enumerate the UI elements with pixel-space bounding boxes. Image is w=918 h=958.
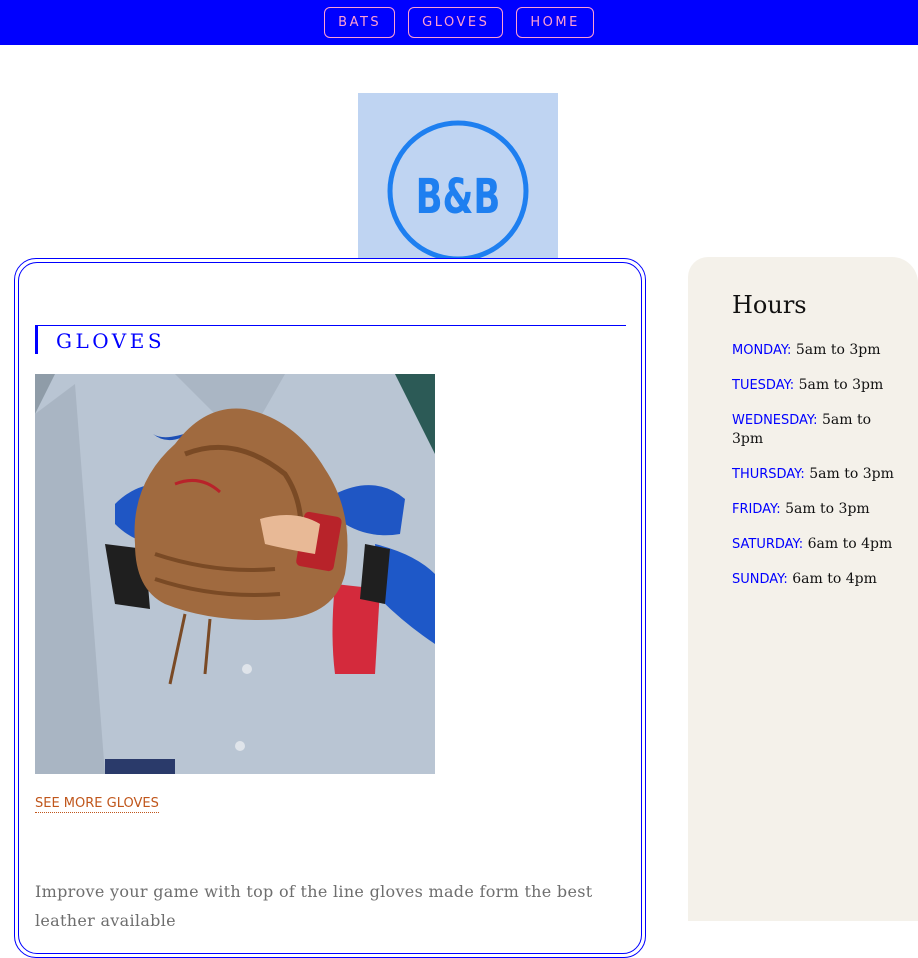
see-more-gloves-link[interactable]: SEE MORE GLOVES xyxy=(35,796,159,813)
hours-title: Hours xyxy=(732,291,807,319)
day-label: MONDAY: xyxy=(732,343,792,358)
hours-item-thursday: THURSDAY: 5am to 3pm xyxy=(732,465,904,484)
day-label: SATURDAY: xyxy=(732,537,804,552)
top-nav: BATS GLOVES HOME xyxy=(0,0,918,45)
hours-item-saturday: SATURDAY: 6am to 4pm xyxy=(732,535,904,554)
glove-photo xyxy=(35,374,435,774)
hours-item-sunday: SUNDAY: 6am to 4pm xyxy=(732,570,904,589)
section-heading: GLOVES xyxy=(35,325,626,354)
site-logo: B&B xyxy=(358,93,558,258)
nav-link-bats[interactable]: BATS xyxy=(324,7,396,38)
nav-link-gloves[interactable]: GLOVES xyxy=(408,7,504,38)
time-value: 6am to 4pm xyxy=(792,571,877,587)
day-label: WEDNESDAY: xyxy=(732,413,818,428)
product-description: Improve your game with top of the line g… xyxy=(35,882,593,930)
baseball-glove-photo-icon xyxy=(35,374,435,774)
time-value: 5am to 3pm xyxy=(785,501,870,517)
nav-link-home[interactable]: HOME xyxy=(516,7,594,38)
logo-emblem: B&B xyxy=(387,120,529,258)
time-value: 6am to 4pm xyxy=(807,536,893,552)
hours-item-friday: FRIDAY: 5am to 3pm xyxy=(732,500,904,519)
day-label: SUNDAY: xyxy=(732,572,788,587)
hours-item-wednesday: WEDNESDAY: 5am to 3pm xyxy=(732,411,904,449)
time-value: 5am to 3pm xyxy=(798,377,884,393)
time-value: 5am to 3pm xyxy=(809,466,894,482)
hours-item-monday: MONDAY: 5am to 3pm xyxy=(732,341,904,360)
logo-text: B&B xyxy=(416,169,501,225)
hours-panel: Hours MONDAY: 5am to 3pm TUESDAY: 5am to… xyxy=(688,257,918,921)
section-title: GLOVES xyxy=(56,329,166,353)
hours-list: MONDAY: 5am to 3pm TUESDAY: 5am to 3pm W… xyxy=(732,341,904,605)
day-label: FRIDAY: xyxy=(732,502,781,517)
day-label: TUESDAY: xyxy=(732,378,795,393)
day-label: THURSDAY: xyxy=(732,467,805,482)
product-card: GLOVES SEE MORE GLOVES Improve your game… xyxy=(14,258,646,958)
time-value: 5am to 3pm xyxy=(795,342,881,358)
hours-item-tuesday: TUESDAY: 5am to 3pm xyxy=(732,376,904,395)
